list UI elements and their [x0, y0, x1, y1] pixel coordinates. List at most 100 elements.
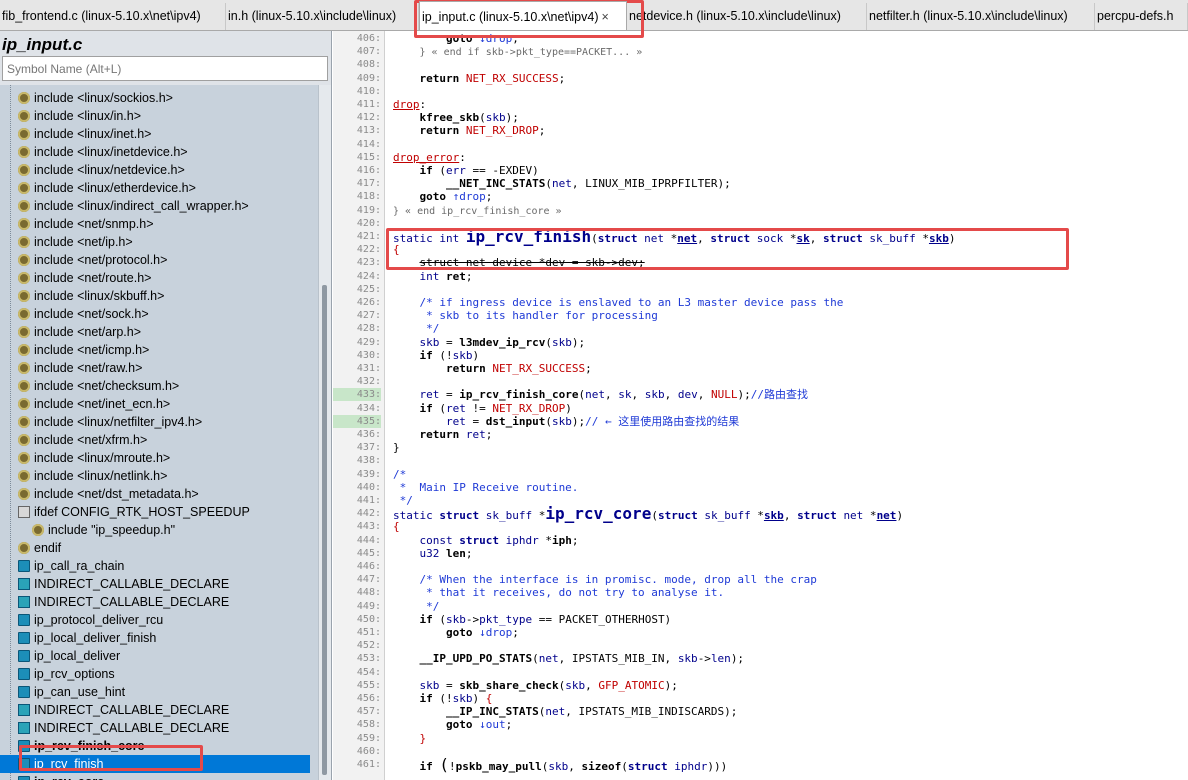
symbol-item[interactable]: ifdef CONFIG_RTK_HOST_SPEEDUP [0, 503, 310, 521]
symbol-list-scrollbar[interactable] [318, 85, 331, 780]
code-editor[interactable]: goto ↓drop; } « end if skb->pkt_type==PA… [385, 31, 1188, 780]
func-icon [18, 614, 30, 626]
code-line[interactable]: return NET_RX_SUCCESS; [393, 72, 566, 85]
code-line[interactable]: return ret; [393, 428, 493, 441]
code-line[interactable]: } « end ip_rcv_finish_core » [393, 204, 562, 218]
include-icon [18, 200, 30, 212]
symbol-item[interactable]: include <linux/skbuff.h> [0, 287, 310, 305]
symbol-item[interactable]: include <net/xfrm.h> [0, 431, 310, 449]
code-line[interactable]: if (skb->pkt_type == PACKET_OTHERHOST) [393, 613, 672, 626]
code-line[interactable]: __IP_INC_STATS(net, IPSTATS_MIB_INDISCAR… [393, 705, 737, 718]
symbol-item[interactable]: ip_rcv_finish [0, 755, 310, 773]
tab-6[interactable]: percpu-defs.h [1095, 3, 1188, 30]
symbol-item[interactable]: include <net/raw.h> [0, 359, 310, 377]
code-line[interactable]: if (!pskb_may_pull(skb, sizeof(struct ip… [393, 757, 728, 774]
include-icon [18, 218, 30, 230]
symbol-item[interactable]: include <linux/inetdevice.h> [0, 143, 310, 161]
code-line[interactable]: struct net_device *dev = skb->dev; [393, 256, 645, 269]
symbol-item[interactable]: include <linux/mroute.h> [0, 449, 310, 467]
symbol-item[interactable]: include <linux/netfilter_ipv4.h> [0, 413, 310, 431]
code-line[interactable]: return NET_RX_DROP; [393, 124, 546, 137]
code-line[interactable]: if (!skb) [393, 349, 480, 362]
code-line[interactable]: if (!skb) { [393, 692, 493, 705]
symbol-item[interactable]: include <net/route.h> [0, 269, 310, 287]
code-line[interactable]: goto ↓drop; [393, 32, 519, 45]
symbol-item[interactable]: include <linux/indirect_call_wrapper.h> [0, 197, 310, 215]
code-line[interactable]: drop_error: [393, 151, 466, 164]
symbol-item[interactable]: ip_protocol_deliver_rcu [0, 611, 310, 629]
symbol-item[interactable]: include "ip_speedup.h" [0, 521, 310, 539]
scrollbar-thumb[interactable] [322, 285, 327, 775]
code-line[interactable]: } [393, 732, 427, 745]
code-line[interactable]: */ [393, 322, 439, 335]
code-line[interactable]: skb = skb_share_check(skb, GFP_ATOMIC); [393, 679, 678, 692]
code-line[interactable]: * Main IP Receive routine. [393, 481, 579, 494]
code-line[interactable]: return NET_RX_SUCCESS; [393, 362, 592, 375]
code-line[interactable]: const struct iphdr *iph; [393, 534, 579, 547]
code-line[interactable]: goto ↑drop; [393, 190, 493, 203]
code-line[interactable]: { [393, 520, 400, 533]
symbol-item[interactable]: include <linux/etherdevice.h> [0, 179, 310, 197]
code-line[interactable]: u32 len; [393, 547, 473, 560]
symbol-item[interactable]: include <net/snmp.h> [0, 215, 310, 233]
code-line[interactable]: static struct sk_buff *ip_rcv_core(struc… [393, 506, 903, 523]
symbol-item[interactable]: include <net/arp.h> [0, 323, 310, 341]
code-line[interactable]: static int ip_rcv_finish(struct net *net… [393, 229, 955, 246]
code-line[interactable]: int ret; [393, 270, 473, 283]
code-line[interactable]: */ [393, 600, 439, 613]
code-line[interactable]: * skb to its handler for processing [393, 309, 658, 322]
symbol-item[interactable]: include <net/protocol.h> [0, 251, 310, 269]
code-line[interactable]: } [393, 441, 400, 454]
code-line[interactable]: __NET_INC_STATS(net, LINUX_MIB_IPRPFILTE… [393, 177, 731, 190]
symbol-item[interactable]: INDIRECT_CALLABLE_DECLARE [0, 575, 310, 593]
symbol-item[interactable]: ip_rcv_options [0, 665, 310, 683]
symbol-item[interactable]: INDIRECT_CALLABLE_DECLARE [0, 719, 310, 737]
symbol-item[interactable]: include <linux/inet.h> [0, 125, 310, 143]
code-line[interactable]: goto ↓out; [393, 718, 512, 731]
symbol-item[interactable]: include <linux/netlink.h> [0, 467, 310, 485]
code-line[interactable]: drop: [393, 98, 426, 111]
code-line[interactable]: } « end if skb->pkt_type==PACKET... » [393, 45, 643, 59]
code-line[interactable]: */ [393, 494, 413, 507]
code-line[interactable]: /* [393, 468, 406, 481]
code-line[interactable]: if (ret != NET_RX_DROP) [393, 402, 572, 415]
tab-2[interactable]: in.h (linux-5.10.x\include\linux) [226, 3, 419, 30]
code-line[interactable]: goto ↓drop; [393, 626, 519, 639]
code-line[interactable]: if (err == -EXDEV) [393, 164, 539, 177]
symbol-item[interactable]: include <net/icmp.h> [0, 341, 310, 359]
symbol-item[interactable]: include <linux/netdevice.h> [0, 161, 310, 179]
symbol-item[interactable]: ip_local_deliver [0, 647, 310, 665]
code-line[interactable]: skb = l3mdev_ip_rcv(skb); [393, 336, 586, 349]
symbol-item[interactable]: include <net/dst_metadata.h> [0, 485, 310, 503]
code-line[interactable]: { [393, 243, 400, 256]
symbol-item[interactable]: INDIRECT_CALLABLE_DECLARE [0, 701, 310, 719]
symbol-item[interactable]: include <net/inet_ecn.h> [0, 395, 310, 413]
close-icon[interactable]: × [601, 10, 608, 24]
tab-3[interactable]: ip_input.c (linux-5.10.x\net\ipv4) × [419, 1, 627, 30]
symbol-item[interactable]: include <linux/in.h> [0, 107, 310, 125]
symbol-list[interactable]: include <linux/sockios.h> include <linux/… [0, 85, 318, 780]
symbol-item[interactable]: include <net/checksum.h> [0, 377, 310, 395]
code-line[interactable]: /* if ingress device is enslaved to an L… [393, 296, 844, 309]
symbol-item[interactable]: ip_rcv_finish_core [0, 737, 310, 755]
code-line[interactable]: ret = dst_input(skb);// ← 这里使用路由查找的结果 [393, 415, 739, 428]
code-line[interactable]: * that it receives, do not try to analys… [393, 586, 724, 599]
symbol-item[interactable]: ip_can_use_hint [0, 683, 310, 701]
symbol-item[interactable]: include <net/ip.h> [0, 233, 310, 251]
symbol-item[interactable]: ip_local_deliver_finish [0, 629, 310, 647]
code-line[interactable]: __IP_UPD_PO_STATS(net, IPSTATS_MIB_IN, s… [393, 652, 745, 665]
symbol-item[interactable]: ip_call_ra_chain [0, 557, 310, 575]
code-line[interactable]: /* When the interface is in promisc. mod… [393, 573, 817, 586]
code-line[interactable]: kfree_skb(skb); [393, 111, 519, 124]
code-line[interactable]: ret = ip_rcv_finish_core(net, sk, skb, d… [393, 388, 808, 401]
symbol-item[interactable]: include <linux/sockios.h> [0, 89, 310, 107]
tab-5[interactable]: netfilter.h (linux-5.10.x\include\linux) [867, 3, 1095, 30]
symbol-item[interactable]: INDIRECT_CALLABLE_DECLARE [0, 593, 310, 611]
symbol-item[interactable]: include <net/sock.h> [0, 305, 310, 323]
symbol-item[interactable]: endif [0, 539, 310, 557]
symbol-search-input[interactable] [2, 56, 328, 81]
tab-1[interactable]: fib_frontend.c (linux-5.10.x\net\ipv4) [0, 3, 226, 30]
line-number: 437: [356, 442, 381, 454]
symbol-item[interactable]: ip_rcv_core [0, 773, 310, 780]
tab-4[interactable]: netdevice.h (linux-5.10.x\include\linux) [627, 3, 867, 30]
